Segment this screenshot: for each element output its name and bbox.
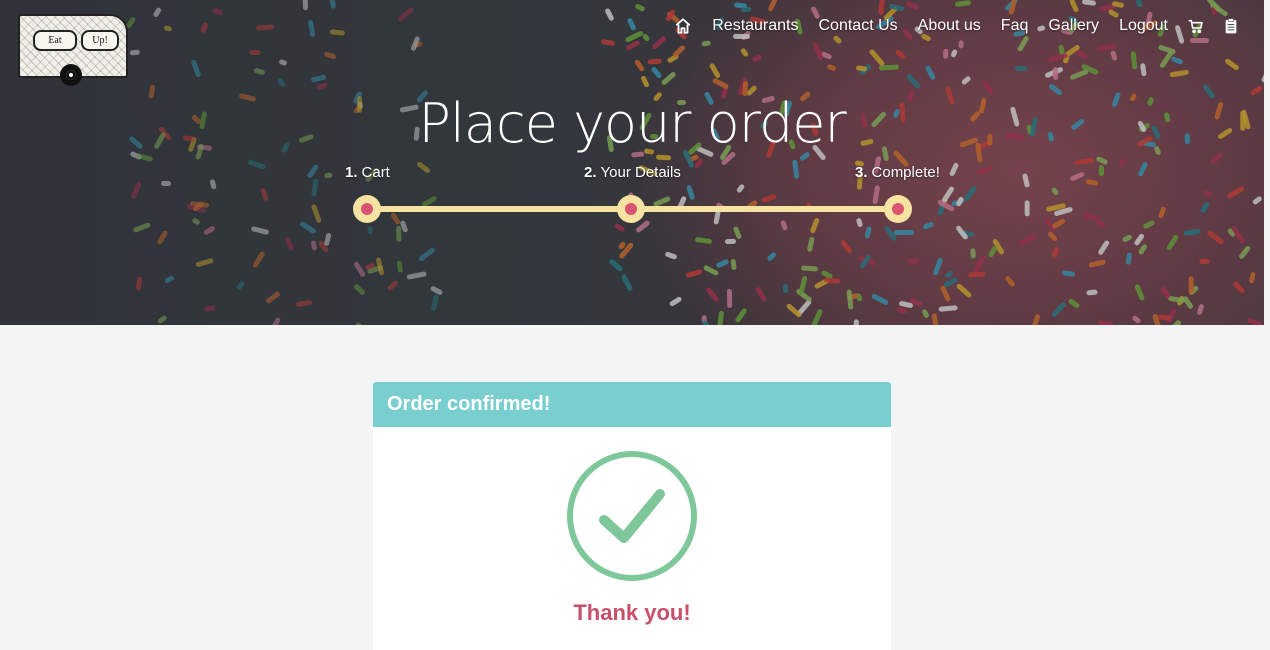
- card-header: Order confirmed!: [373, 382, 891, 427]
- progress-dot-details: [617, 195, 645, 223]
- nav-restaurants[interactable]: Restaurants: [712, 17, 798, 35]
- progress-dot-cart: [353, 195, 381, 223]
- nav-cart[interactable]: [1188, 18, 1204, 34]
- cart-icon: [1188, 19, 1203, 34]
- logo-wheel: [60, 64, 82, 86]
- nav-contact-us[interactable]: Contact Us: [819, 17, 898, 35]
- page-title: Place your order: [418, 92, 846, 155]
- step-1-label: 1. Cart: [345, 164, 390, 181]
- logo-word-eat: Eat: [33, 30, 77, 51]
- order-confirmation-card: Order confirmed! Thank you!: [373, 382, 891, 650]
- step-2-label: 2. Your Details: [584, 164, 681, 181]
- nav-logout[interactable]: Logout: [1119, 17, 1168, 35]
- home-icon: [675, 18, 691, 34]
- nav-gallery[interactable]: Gallery: [1048, 17, 1099, 35]
- main-nav: Restaurants Contact Us About us Faq Gall…: [674, 14, 1238, 38]
- nav-home[interactable]: [674, 17, 692, 35]
- nav-orders[interactable]: [1224, 18, 1238, 34]
- thank-you-message: Thank you!: [573, 600, 691, 625]
- scrollbar[interactable]: [1264, 0, 1270, 650]
- hero-banner: Eat Up! Restaurants Contact Us About us …: [0, 0, 1264, 325]
- nav-faq[interactable]: Faq: [1001, 17, 1029, 35]
- step-3-text: Complete!: [871, 164, 940, 181]
- hero-overlay: [0, 0, 1264, 325]
- step-1-text: Cart: [361, 164, 390, 181]
- clipboard-icon: [1225, 18, 1237, 34]
- step-2-number: 2.: [584, 164, 597, 181]
- site-logo[interactable]: Eat Up!: [18, 14, 128, 86]
- checkmark-circle-icon: [567, 451, 697, 581]
- step-1-number: 1.: [345, 164, 358, 181]
- logo-word-up: Up!: [81, 30, 119, 51]
- step-3-label: 3. Complete!: [855, 164, 940, 181]
- progress-dot-complete: [884, 195, 912, 223]
- step-2-text: Your Details: [600, 164, 681, 181]
- step-3-number: 3.: [855, 164, 868, 181]
- nav-about-us[interactable]: About us: [918, 17, 981, 35]
